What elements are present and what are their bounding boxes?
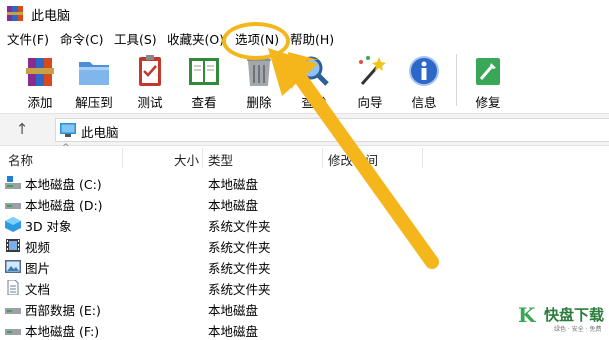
- watermark-brand: 快盘下载: [544, 306, 605, 324]
- watermark-tagline: 绿色 · 安全 · 免费: [554, 326, 602, 333]
- watermark-k-icon: K: [518, 303, 536, 327]
- highlight-arrow: [268, 48, 439, 269]
- watermark-logo: K 快盘下载 绿色 · 安全 · 免费: [512, 300, 609, 337]
